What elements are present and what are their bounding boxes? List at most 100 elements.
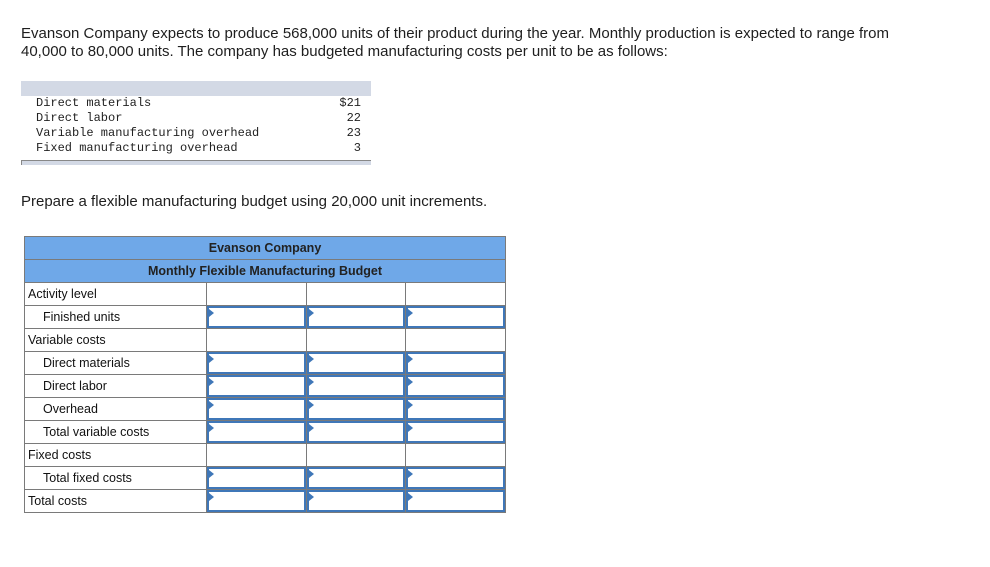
budget-row: Total fixed costs <box>24 466 507 490</box>
budget-row: Fixed costs <box>24 443 507 467</box>
answer-input-wrapper[interactable] <box>207 467 306 489</box>
problem-statement-line-2: 40,000 to 80,000 units. The company has … <box>21 43 668 60</box>
budget-input-cell[interactable] <box>404 374 507 398</box>
answer-input-wrapper[interactable] <box>207 306 306 328</box>
given-cost-row: Direct materials $21 <box>21 96 371 111</box>
answer-input[interactable] <box>209 377 304 395</box>
answer-input[interactable] <box>309 400 403 418</box>
problem-statement: Evanson Company expects to produce 568,0… <box>21 25 971 61</box>
budget-input-cell[interactable] <box>206 466 307 490</box>
budget-row-label: Total fixed costs <box>24 466 207 490</box>
given-costs-footer-bar <box>21 160 371 165</box>
answer-input-wrapper[interactable] <box>307 306 405 328</box>
budget-row-label: Direct labor <box>24 374 207 398</box>
instruction-text: Prepare a flexible manufacturing budget … <box>21 193 488 210</box>
answer-input-wrapper[interactable] <box>406 306 506 328</box>
answer-input[interactable] <box>309 492 403 510</box>
given-cost-row: Fixed manufacturing overhead 3 <box>21 141 371 156</box>
budget-input-cell[interactable] <box>206 489 307 513</box>
budget-input-cell[interactable] <box>206 351 307 375</box>
budget-input-cell[interactable] <box>306 351 406 375</box>
budget-row-label: Direct materials <box>24 351 207 375</box>
given-cost-label: Fixed manufacturing overhead <box>36 141 238 155</box>
answer-input-wrapper[interactable] <box>207 490 306 512</box>
budget-empty-cell <box>206 282 307 306</box>
answer-input-wrapper[interactable] <box>307 352 405 374</box>
answer-input[interactable] <box>209 400 304 418</box>
answer-input[interactable] <box>408 377 504 395</box>
answer-input[interactable] <box>309 423 403 441</box>
answer-input-wrapper[interactable] <box>307 490 405 512</box>
answer-input-wrapper[interactable] <box>406 352 506 374</box>
answer-input-wrapper[interactable] <box>307 467 405 489</box>
budget-row: Total variable costs <box>24 420 507 444</box>
budget-row-label: Activity level <box>24 282 207 306</box>
budget-input-cell[interactable] <box>306 374 406 398</box>
answer-input-wrapper[interactable] <box>406 490 506 512</box>
answer-input[interactable] <box>408 308 504 326</box>
budget-empty-cell <box>404 443 507 467</box>
budget-row: Direct labor <box>24 374 507 398</box>
budget-empty-cell <box>306 328 406 352</box>
budget-row-label: Fixed costs <box>24 443 207 467</box>
answer-input[interactable] <box>309 469 403 487</box>
answer-input-wrapper[interactable] <box>207 375 306 397</box>
budget-input-cell[interactable] <box>404 466 507 490</box>
budget-input-cell[interactable] <box>404 351 507 375</box>
answer-input[interactable] <box>408 492 504 510</box>
budget-input-cell[interactable] <box>206 305 307 329</box>
given-cost-value: 23 <box>346 126 361 140</box>
budget-input-cell[interactable] <box>404 489 507 513</box>
budget-row-label: Total variable costs <box>24 420 207 444</box>
budget-row-label: Variable costs <box>24 328 207 352</box>
given-cost-label: Direct materials <box>36 96 152 110</box>
budget-row: Overhead <box>24 397 507 421</box>
answer-input[interactable] <box>408 354 504 372</box>
answer-input[interactable] <box>209 354 304 372</box>
budget-input-cell[interactable] <box>206 420 307 444</box>
budget-row: Total costs <box>24 489 507 513</box>
budget-row: Variable costs <box>24 328 507 352</box>
answer-input[interactable] <box>408 469 504 487</box>
answer-input-wrapper[interactable] <box>307 375 405 397</box>
answer-input[interactable] <box>209 308 304 326</box>
budget-row: Direct materials <box>24 351 507 375</box>
answer-input[interactable] <box>209 492 304 510</box>
answer-input-wrapper[interactable] <box>406 421 506 443</box>
answer-input-wrapper[interactable] <box>307 421 405 443</box>
answer-input[interactable] <box>209 423 304 441</box>
given-cost-value: 3 <box>353 141 361 155</box>
answer-input-wrapper[interactable] <box>207 421 306 443</box>
budget-input-cell[interactable] <box>404 397 507 421</box>
answer-input-wrapper[interactable] <box>406 375 506 397</box>
budget-input-cell[interactable] <box>306 489 406 513</box>
answer-input[interactable] <box>408 423 504 441</box>
answer-input-wrapper[interactable] <box>406 467 506 489</box>
answer-input[interactable] <box>309 377 403 395</box>
budget-row-label: Finished units <box>24 305 207 329</box>
budget-input-cell[interactable] <box>306 397 406 421</box>
problem-statement-line-1: Evanson Company expects to produce 568,0… <box>21 25 890 42</box>
budget-empty-cell <box>306 282 406 306</box>
budget-input-cell[interactable] <box>206 374 307 398</box>
answer-input[interactable] <box>408 400 504 418</box>
answer-input[interactable] <box>209 469 304 487</box>
budget-empty-cell <box>206 443 307 467</box>
answer-input[interactable] <box>309 354 403 372</box>
budget-title-header: Monthly Flexible Manufacturing Budget <box>23 259 507 283</box>
given-costs-table: Direct materials $21 Direct labor 22 Var… <box>21 81 371 165</box>
budget-input-cell[interactable] <box>404 305 507 329</box>
answer-input-wrapper[interactable] <box>307 398 405 420</box>
answer-input-wrapper[interactable] <box>207 352 306 374</box>
answer-input[interactable] <box>309 308 403 326</box>
budget-input-cell[interactable] <box>306 305 406 329</box>
budget-input-cell[interactable] <box>404 420 507 444</box>
answer-input-wrapper[interactable] <box>406 398 506 420</box>
answer-input-wrapper[interactable] <box>207 398 306 420</box>
given-cost-value: 22 <box>346 111 361 125</box>
budget-input-cell[interactable] <box>306 466 406 490</box>
budget-input-cell[interactable] <box>206 397 307 421</box>
budget-company-header: Evanson Company <box>23 236 507 260</box>
budget-input-cell[interactable] <box>306 420 406 444</box>
flexible-budget-table: Evanson Company Monthly Flexible Manufac… <box>23 236 507 513</box>
